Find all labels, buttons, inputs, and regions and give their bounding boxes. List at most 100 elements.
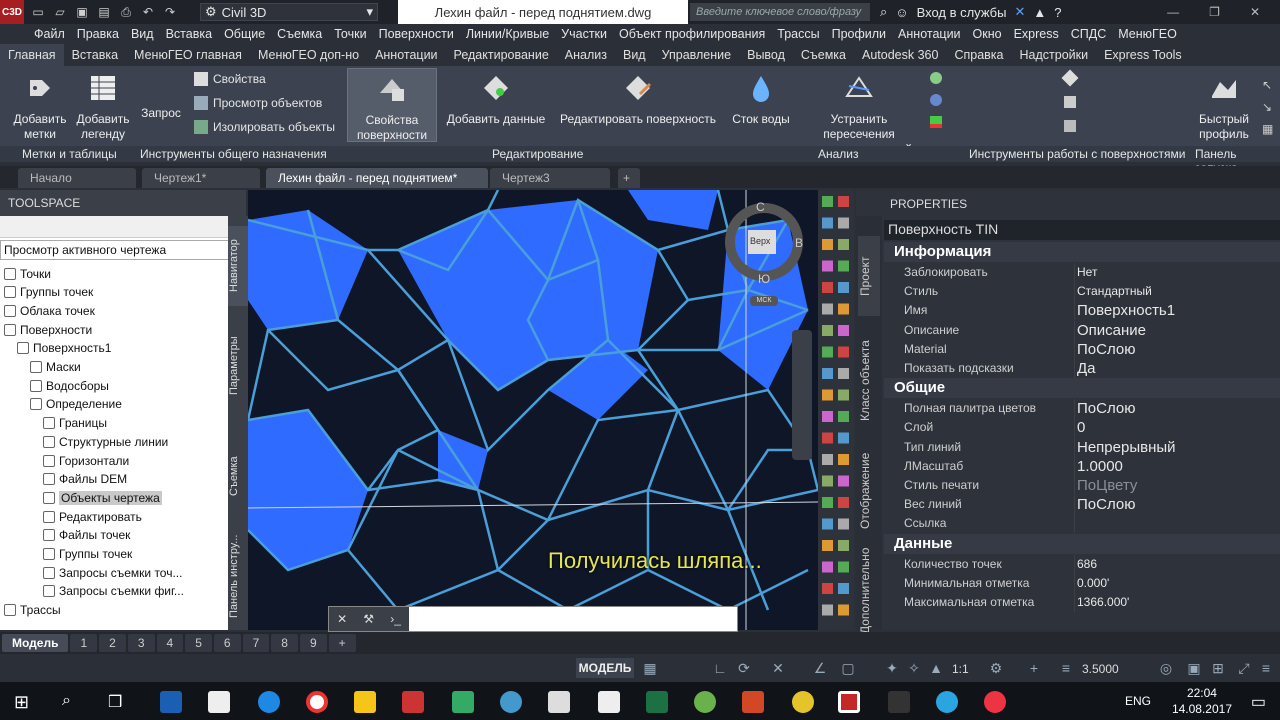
file-explorer-icon[interactable]	[354, 691, 376, 713]
notepad-icon[interactable]	[598, 691, 620, 713]
analysis-icon[interactable]	[930, 116, 942, 128]
surface-properties-button[interactable]: Свойства поверхности	[347, 68, 437, 142]
system-clock[interactable]: 22:04 14.08.2017	[1172, 685, 1232, 717]
gear-icon[interactable]: ⚙	[988, 660, 1004, 676]
edge-icon[interactable]	[258, 691, 280, 713]
tree-item[interactable]: Трассы	[4, 601, 61, 620]
a360-icon[interactable]: ▲	[1033, 5, 1046, 20]
launch-icon[interactable]: ▦	[1262, 118, 1276, 140]
property-value[interactable]: Нет	[1074, 263, 1280, 282]
ortho-icon[interactable]: ∟	[712, 660, 728, 676]
autocad-icon[interactable]	[838, 691, 860, 713]
ribbon-tab[interactable]: Express Tools	[1096, 44, 1190, 66]
ribbon-tab[interactable]: Надстройки	[1012, 44, 1097, 66]
annotation-visibility-icon[interactable]: ✧	[906, 660, 922, 676]
binoculars-icon[interactable]: ⌕	[880, 4, 887, 20]
tab-layout[interactable]: 1	[70, 634, 98, 652]
menu-item[interactable]: Профили	[832, 27, 886, 41]
annotation-scale[interactable]: 1:1	[952, 662, 969, 676]
telegram-icon[interactable]	[936, 691, 958, 713]
exchange-icon[interactable]: ✕	[1014, 4, 1025, 20]
property-row[interactable]: Количество точек 686	[884, 554, 1280, 574]
property-row[interactable]: Заблокировать Нет	[884, 263, 1280, 282]
workspace-select[interactable]: ⚙ Civil 3D ▾	[200, 3, 378, 21]
angle-icon[interactable]: ∠	[812, 660, 828, 676]
viewcube-east[interactable]: В	[795, 236, 803, 250]
property-row[interactable]: Полная палитра цветов ПоСлою	[884, 399, 1280, 419]
doc-tab[interactable]: Чертеж3	[490, 168, 610, 188]
ribbon-tab[interactable]: Управление	[654, 44, 740, 66]
panel-title[interactable]: Инструменты работы с поверхностями	[969, 147, 1185, 161]
property-row[interactable]: Имя Поверхность1	[884, 301, 1280, 321]
water-drop-button[interactable]: Сток воды	[728, 72, 794, 127]
doc-tab-active[interactable]: Лехин файл - перед поднятием*	[266, 168, 488, 188]
property-row[interactable]: Описание Описание	[884, 320, 1280, 340]
property-section-header[interactable]: Данные	[884, 533, 1280, 554]
property-value[interactable]: 686	[1074, 554, 1280, 574]
close-icon[interactable]: ✕	[337, 612, 347, 626]
tree-item[interactable]: Структурные линии	[43, 432, 168, 451]
properties-button[interactable]: Свойства	[194, 72, 266, 86]
close-icon[interactable]: ✕	[1250, 5, 1260, 19]
windows-start-icon[interactable]: ⊞	[14, 692, 29, 713]
property-row[interactable]: Стиль Стандартный	[884, 282, 1280, 302]
menu-item[interactable]: Линии/Кривые	[466, 27, 549, 41]
ribbon-tab[interactable]: Autodesk 360	[854, 44, 946, 66]
menu-item[interactable]: Вид	[131, 27, 154, 41]
tree-item[interactable]: Поверхности	[4, 320, 92, 339]
panel-title[interactable]: Инструменты общего назначения	[140, 147, 327, 161]
property-section-header[interactable]: Информация	[884, 242, 1280, 262]
object-viewer-button[interactable]: Просмотр объектов	[194, 96, 322, 110]
menu-item[interactable]: Правка	[77, 27, 119, 41]
menu-item[interactable]: Участки	[561, 27, 607, 41]
menu-item[interactable]: Окно	[973, 27, 1002, 41]
osnap-icon[interactable]: ✕	[770, 660, 786, 676]
property-value[interactable]: 1.0000	[1074, 456, 1280, 476]
tree-item[interactable]: Облака точек	[4, 301, 95, 320]
menu-item[interactable]: МенюГЕО	[1118, 27, 1177, 41]
grid-icon[interactable]: ▦	[642, 660, 658, 676]
ribbon-tab[interactable]: Съемка	[793, 44, 854, 66]
tree-item[interactable]: Горизонтали	[43, 451, 129, 470]
excel-icon[interactable]	[646, 691, 668, 713]
tree-item[interactable]: Файлы DEM	[43, 470, 127, 489]
menu-item[interactable]: Точки	[334, 27, 366, 41]
surface-tool-icon[interactable]	[1061, 69, 1079, 87]
edit-surface-button[interactable]: Редактировать поверхность	[558, 72, 718, 127]
sign-in-label[interactable]: Вход в службы	[917, 5, 1007, 20]
add-data-button[interactable]: Добавить данные	[446, 72, 546, 127]
doc-tab[interactable]: Чертеж1*	[142, 168, 260, 188]
property-value[interactable]: 0.000'	[1074, 573, 1280, 593]
app-icon[interactable]	[402, 691, 424, 713]
tab-layout[interactable]: 8	[271, 634, 298, 652]
autoscale-icon[interactable]: ▲	[928, 660, 944, 676]
property-value[interactable]: ПоСлою	[1074, 495, 1280, 515]
tree-item[interactable]: Водосборы	[30, 376, 109, 395]
ribbon-tab[interactable]: Аннотации	[367, 44, 445, 66]
save-icon[interactable]: ▣	[74, 4, 90, 20]
property-value[interactable]: 0	[1074, 418, 1280, 438]
open-icon[interactable]: ▱	[52, 4, 68, 20]
panel-title[interactable]: Редактирование	[492, 147, 583, 161]
property-value[interactable]: 1366.000'	[1074, 593, 1280, 612]
object-type-select[interactable]: Поверхность TIN	[884, 220, 1280, 240]
redo-icon[interactable]: ↷	[162, 4, 178, 20]
app-icon[interactable]	[452, 691, 474, 713]
menu-item[interactable]: Трассы	[777, 27, 819, 41]
ribbon-tab[interactable]: Главная	[0, 44, 64, 66]
ucs-menu[interactable]: МСК	[750, 296, 778, 306]
annotation-monitor-icon[interactable]: ▢	[840, 660, 856, 676]
ribbon-tab[interactable]: Вставка	[64, 44, 126, 66]
menu-item[interactable]: Съемка	[277, 27, 322, 41]
command-line[interactable]: ✕ ⚒ ›_	[328, 606, 738, 632]
tree-item[interactable]: Группы точек	[43, 545, 132, 564]
tab-layout[interactable]: 7	[242, 634, 270, 652]
property-row[interactable]: Ссылка	[884, 514, 1280, 534]
tree-item[interactable]: Файлы точек	[43, 526, 130, 545]
photos-icon[interactable]	[888, 691, 910, 713]
maximize-icon[interactable]: ❐	[1209, 5, 1220, 19]
tree-item[interactable]: Границы	[43, 414, 107, 433]
tab-layout[interactable]: 9	[299, 634, 327, 652]
panel-title[interactable]: Анализ	[818, 147, 859, 161]
menu-item[interactable]: СПДС	[1071, 27, 1107, 41]
